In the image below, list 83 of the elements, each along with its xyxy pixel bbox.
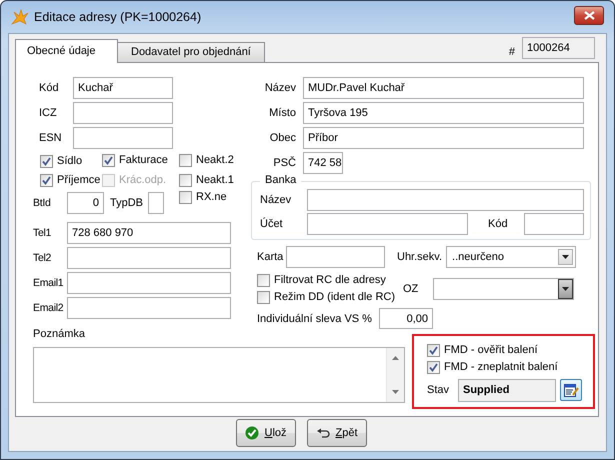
- field-label: Individuální sleva VS %: [256, 312, 373, 324]
- dropdown[interactable]: ..neurčeno: [446, 246, 576, 268]
- input-field[interactable]: [286, 246, 385, 268]
- field-label: Poznámka: [33, 328, 86, 342]
- scroll-down-icon[interactable]: [392, 390, 399, 394]
- field-label: Karta: [256, 251, 284, 263]
- checkbox-label: Příjemce: [57, 174, 100, 186]
- checkbox-label: FMD - zneplatnit balení: [444, 361, 558, 373]
- checkbox-label: RX.ne: [196, 191, 227, 203]
- field-label: ESN: [38, 132, 63, 144]
- record-id-label: #: [508, 46, 515, 58]
- checkbox-label: Neakt.2: [196, 154, 234, 166]
- close-button[interactable]: [574, 6, 604, 24]
- note-field[interactable]: [33, 347, 405, 403]
- input-field[interactable]: 742 58: [303, 152, 343, 174]
- input-field[interactable]: [67, 272, 231, 294]
- field-label: Účet: [260, 218, 284, 230]
- field-label: Název: [264, 82, 296, 94]
- tab[interactable]: Obecné údaje: [15, 39, 118, 63]
- check-icon: [245, 426, 260, 440]
- field-label: Místo: [268, 107, 296, 119]
- input-field[interactable]: [67, 297, 231, 319]
- field-label: PSČ: [272, 157, 296, 169]
- input-field[interactable]: [307, 213, 468, 235]
- undo-icon: [316, 428, 330, 438]
- field-label: Kód: [488, 218, 509, 230]
- edit-button[interactable]: [560, 379, 582, 401]
- field-label: TypDB: [110, 197, 144, 209]
- input-field[interactable]: [67, 247, 231, 269]
- dropdown[interactable]: [433, 278, 574, 300]
- field-label: ICZ: [38, 107, 58, 119]
- input-field[interactable]: [73, 127, 173, 149]
- input-field[interactable]: [73, 102, 173, 124]
- app-logo: [11, 9, 29, 25]
- field-label: Kód: [38, 82, 60, 94]
- dialog-button[interactable]: Ulož: [236, 419, 296, 447]
- close-icon: [584, 10, 594, 20]
- field-label: Tel2: [33, 252, 52, 264]
- checkbox-label: Filtrovat RC dle adresy: [274, 274, 386, 286]
- field-label: Obec: [268, 132, 296, 144]
- input-field[interactable]: MUDr.Pavel Kuchař: [303, 77, 584, 99]
- checkbox[interactable]: [40, 154, 53, 168]
- window-title: Editace adresy (PK=1000264): [34, 10, 202, 24]
- checkbox-label: Fakturace: [119, 154, 168, 166]
- scroll-up-icon[interactable]: [392, 356, 399, 360]
- input-field[interactable]: [524, 213, 584, 235]
- checkbox[interactable]: [40, 174, 53, 186]
- record-id-field: 1000264: [522, 37, 595, 59]
- checkbox[interactable]: [257, 290, 270, 304]
- checkbox[interactable]: [179, 174, 192, 186]
- field-label: Uhr.sekv.: [397, 251, 442, 263]
- field-label: Název: [260, 194, 292, 206]
- checkbox-label: Krác.odp.: [119, 174, 166, 186]
- checkbox[interactable]: [427, 344, 440, 356]
- checkbox[interactable]: [179, 190, 192, 204]
- input-field[interactable]: 0: [67, 192, 104, 214]
- input-field[interactable]: 0,00: [379, 308, 433, 329]
- field-label: Tel1: [33, 227, 52, 239]
- input-field[interactable]: Příbor: [303, 127, 584, 149]
- checkbox[interactable]: [179, 154, 192, 166]
- field-label: BtId: [33, 197, 52, 209]
- checkbox[interactable]: [257, 274, 270, 286]
- checkbox[interactable]: [427, 360, 440, 374]
- field-label: Email2: [33, 302, 64, 314]
- notepad-icon: [563, 382, 579, 398]
- input-field[interactable]: [148, 192, 164, 214]
- dialog-button[interactable]: Zpět: [307, 419, 367, 447]
- checkbox-label: FMD - ověřit balení: [444, 344, 538, 356]
- checkbox[interactable]: [102, 154, 115, 166]
- field-label: OZ: [403, 282, 420, 294]
- input-field[interactable]: Tyršova 195: [303, 102, 584, 124]
- field-label: Email1: [33, 277, 64, 289]
- checkbox-label: Neakt.1: [196, 174, 234, 186]
- checkbox-label: Sídlo: [57, 155, 82, 167]
- status-field: Supplied: [458, 378, 556, 402]
- input-field[interactable]: Kuchař: [73, 77, 173, 99]
- scrollbar[interactable]: [386, 348, 404, 402]
- field-label: Stav: [427, 384, 450, 396]
- input-field[interactable]: 728 680 970: [67, 222, 231, 244]
- input-field[interactable]: [307, 189, 584, 211]
- checkbox-label: Režim DD (ident dle RC): [274, 291, 396, 303]
- tab[interactable]: Dodavatel pro objednání: [117, 42, 265, 62]
- group-title: Banka: [260, 174, 302, 186]
